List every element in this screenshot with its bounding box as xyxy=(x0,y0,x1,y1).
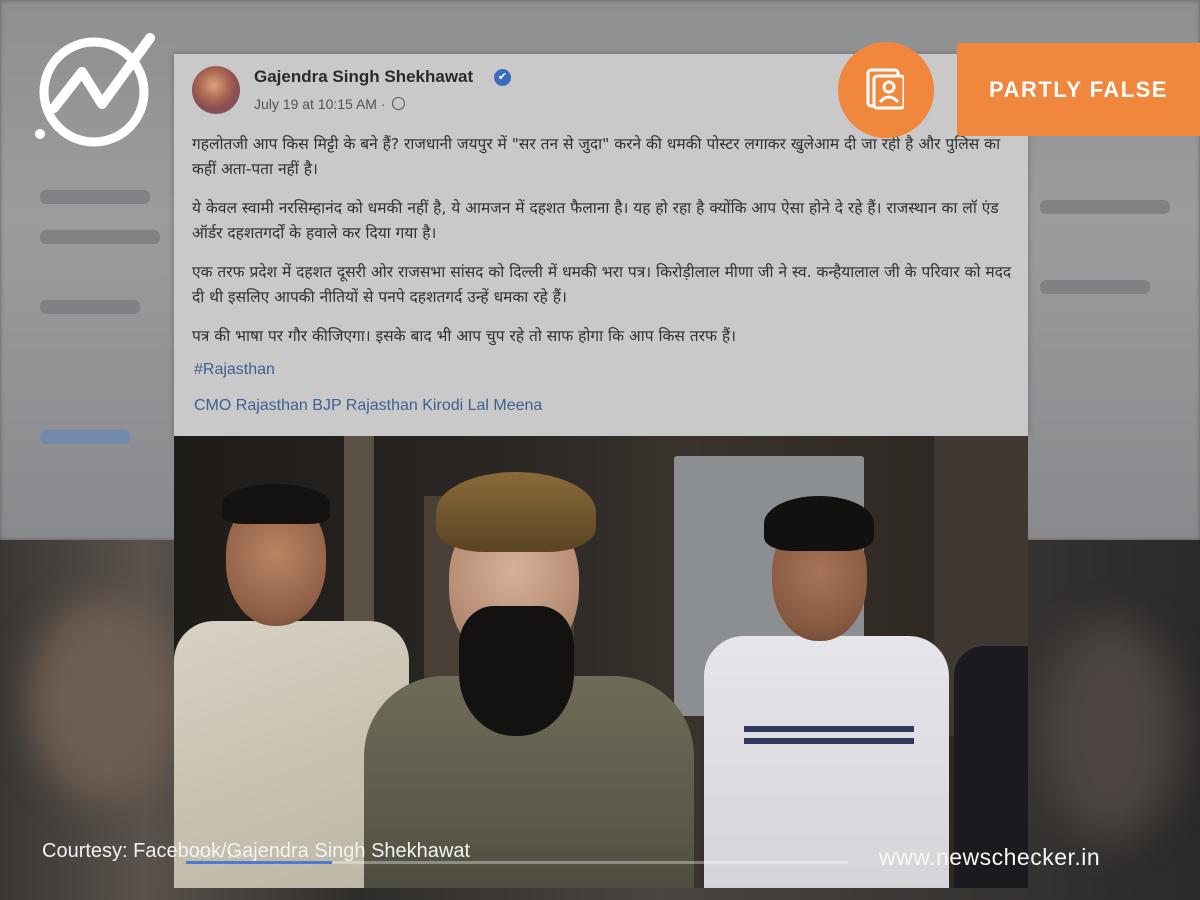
post-paragraph: एक तरफ प्रदेश में दहशत दूसरी ओर राजसभा स… xyxy=(192,263,1012,306)
post-date-text: July 19 at 10:15 AM · xyxy=(254,96,386,112)
post-author[interactable]: Gajendra Singh Shekhawat xyxy=(254,67,473,87)
site-url: www.newschecker.in xyxy=(879,844,1101,870)
person-hair xyxy=(764,496,874,551)
background-text-line xyxy=(40,190,150,204)
background-blur-blob xyxy=(30,600,180,800)
post-paragraph: गहलोतजी आप किस मिट्टी के बने हैं? राजधान… xyxy=(192,135,1001,178)
tagged-pages[interactable]: CMO Rajasthan BJP Rajasthan Kirodi Lal M… xyxy=(194,397,542,415)
post-paragraph: पत्र की भाषा पर गौर कीजिएगा। इसके बाद भी… xyxy=(192,327,736,345)
globe-icon xyxy=(392,97,406,110)
shirt-stripe xyxy=(744,738,914,744)
verified-badge-icon: ✔ xyxy=(494,69,511,86)
background-blur-blob xyxy=(1040,620,1180,840)
post-date[interactable]: July 19 at 10:15 AM · xyxy=(254,96,406,112)
person-frame-icon xyxy=(866,68,904,110)
verdict-label: PARTLY FALSE xyxy=(957,43,1200,136)
post-body: गहलोतजी आप किस मिट्टी के बने हैं? राजधान… xyxy=(192,132,1012,363)
background-text-line xyxy=(1040,200,1170,214)
background-text-line xyxy=(40,300,140,314)
person-beard xyxy=(459,606,574,736)
verdict-icon-badge xyxy=(838,42,934,138)
shirt-stripe xyxy=(744,726,914,732)
background-text-line xyxy=(40,230,160,244)
background-text-line xyxy=(1040,280,1150,294)
courtesy-caption: Courtesy: Facebook/Gajendra Singh Shekha… xyxy=(42,840,471,862)
background-text-line xyxy=(40,430,130,444)
post-video[interactable] xyxy=(174,436,1028,888)
post-paragraph: ये केवल स्वामी नरसिम्हानंद को धमकी नहीं … xyxy=(192,199,999,242)
person-hair xyxy=(222,484,330,524)
avatar[interactable] xyxy=(192,66,240,114)
hashtag-link[interactable]: #Rajasthan xyxy=(194,361,275,379)
person-turban xyxy=(436,472,596,552)
newschecker-logo-icon xyxy=(35,33,155,147)
